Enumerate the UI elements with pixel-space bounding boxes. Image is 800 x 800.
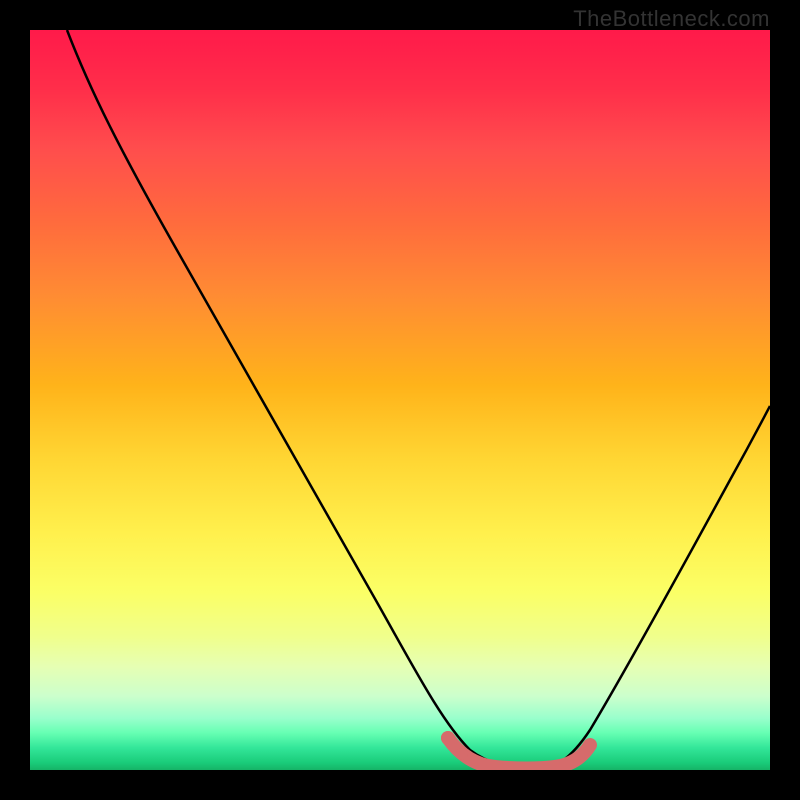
- plot-area: [30, 30, 770, 770]
- watermark-text: TheBottleneck.com: [573, 6, 770, 32]
- highlight-dot-start: [441, 731, 455, 745]
- bottleneck-curve: [67, 30, 770, 768]
- chart-container: TheBottleneck.com: [0, 0, 800, 800]
- highlight-dot-mid: [456, 748, 468, 760]
- highlight-segment: [448, 738, 590, 769]
- curve-svg: [30, 30, 770, 770]
